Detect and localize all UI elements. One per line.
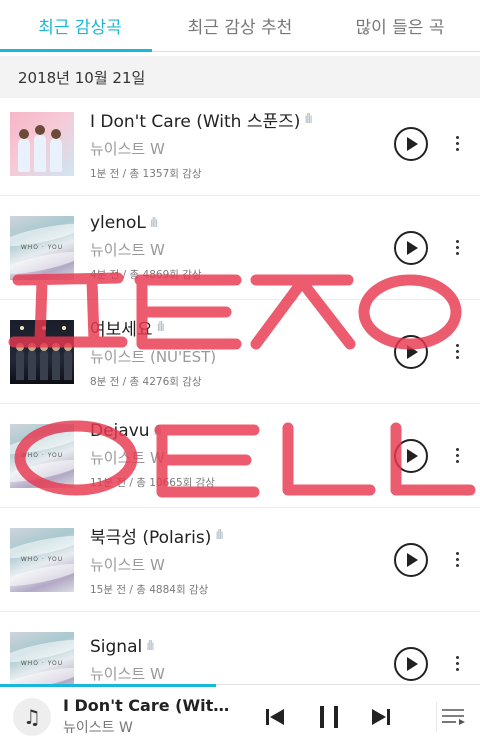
song-info: Signal ıllı 뉴이스트 W: [90, 637, 394, 691]
song-meta: 15분 전 / 총 4884회 감상: [90, 583, 209, 596]
play-icon: [407, 656, 418, 671]
more-vert-icon[interactable]: [454, 552, 460, 567]
hd-quality-icon: ıllı: [156, 319, 166, 335]
hd-quality-icon: ıllı: [153, 423, 163, 439]
tab-bar: 최근 감상곡 최근 감상 추천 많이 들은 곡: [0, 0, 480, 52]
play-button[interactable]: [394, 438, 428, 473]
song-title: ylenoL: [90, 213, 146, 233]
tab-most-listened[interactable]: 많이 들은 곡: [320, 0, 480, 51]
hd-quality-icon: ıllı: [149, 215, 159, 231]
play-icon: [407, 240, 418, 255]
play-button[interactable]: [394, 334, 428, 369]
hd-quality-icon: ıllı: [304, 111, 313, 127]
song-artist: 뉴이스트 W: [90, 449, 165, 467]
now-playing-info[interactable]: I Don't Care (With... 뉴이스트 W: [63, 696, 233, 737]
song-info: I Don't Care (With 스푼즈) ıllı 뉴이스트 W 1분 전…: [90, 107, 394, 181]
now-playing-title: I Don't Care (With...: [63, 696, 233, 715]
song-row[interactable]: WHO · YOU 북극성 (Polaris) ıllı 뉴이스트 W 15분 …: [0, 508, 480, 612]
album-cover[interactable]: [10, 319, 74, 384]
album-cover[interactable]: WHO · YOU: [10, 527, 74, 592]
more-vert-icon[interactable]: [454, 344, 460, 359]
more-vert-icon[interactable]: [454, 136, 460, 151]
play-icon: [407, 448, 418, 463]
queue-icon[interactable]: [436, 701, 468, 732]
playback-progress-bar[interactable]: [0, 684, 216, 687]
play-button[interactable]: [394, 230, 428, 265]
song-meta: 8분 전 / 총 4276회 감상: [90, 375, 202, 388]
song-title: 북극성 (Polaris): [90, 527, 212, 548]
song-title: Signal: [90, 636, 143, 657]
album-cover[interactable]: WHO · YOU: [10, 215, 74, 280]
play-icon: [407, 136, 418, 151]
song-meta: 11분 전 / 총 10665회 감상: [90, 477, 215, 489]
song-title: Dejavu: [90, 421, 150, 441]
song-info: 여보세요 ıllı 뉴이스트 (NU'EST) 8분 전 / 총 4276회 감…: [90, 315, 394, 389]
more-vert-icon[interactable]: [454, 656, 460, 671]
song-meta: 1분 전 / 총 1357회 감상: [90, 167, 202, 180]
skip-next-icon[interactable]: [368, 704, 394, 730]
tab-recent-listened[interactable]: 최근 감상곡: [0, 0, 160, 51]
more-vert-icon[interactable]: [454, 240, 460, 255]
play-icon: [407, 552, 418, 567]
song-artist: 뉴이스트 W: [90, 664, 165, 683]
song-artist: 뉴이스트 W: [90, 241, 165, 259]
song-info: ylenoL ıllı 뉴이스트 W 4분 전 / 총 4869회 감상: [90, 213, 394, 282]
hd-quality-icon: ıllı: [146, 639, 155, 654]
song-artist: 뉴이스트 W: [90, 139, 165, 158]
song-row[interactable]: WHO · YOU ylenoL ıllı 뉴이스트 W 4분 전 / 총 48…: [0, 196, 480, 300]
active-tab-indicator: [0, 49, 152, 52]
song-list: I Don't Care (With 스푼즈) ıllı 뉴이스트 W 1분 전…: [0, 92, 480, 716]
song-row[interactable]: 여보세요 ıllı 뉴이스트 (NU'EST) 8분 전 / 총 4276회 감…: [0, 300, 480, 404]
now-playing-artist: 뉴이스트 W: [63, 720, 133, 736]
song-artist: 뉴이스트 (NU'EST): [90, 347, 217, 366]
song-info: Dejavu ıllı 뉴이스트 W 11분 전 / 총 10665회 감상: [90, 421, 394, 490]
song-title: 여보세요: [90, 319, 153, 340]
play-icon: [407, 344, 418, 359]
skip-previous-icon[interactable]: [262, 704, 288, 730]
song-meta: 4분 전 / 총 4869회 감상: [90, 269, 202, 281]
song-info: 북극성 (Polaris) ıllı 뉴이스트 W 15분 전 / 총 4884…: [90, 523, 394, 597]
play-button[interactable]: [394, 542, 428, 577]
tab-recent-recommend[interactable]: 최근 감상 추천: [160, 0, 320, 51]
pause-icon[interactable]: [314, 702, 344, 732]
album-cover[interactable]: [10, 111, 74, 176]
song-title: I Don't Care (With 스푼즈): [90, 111, 301, 132]
song-row[interactable]: I Don't Care (With 스푼즈) ıllı 뉴이스트 W 1분 전…: [0, 92, 480, 196]
song-row[interactable]: WHO · YOU Dejavu ıllı 뉴이스트 W 11분 전 / 총 1…: [0, 404, 480, 508]
more-vert-icon[interactable]: [454, 448, 460, 463]
album-cover[interactable]: WHO · YOU: [10, 423, 74, 488]
hd-quality-icon: ıllı: [215, 527, 224, 543]
song-artist: 뉴이스트 W: [90, 555, 165, 574]
mini-player[interactable]: ♫ I Don't Care (With... 뉴이스트 W: [0, 684, 480, 748]
music-note-icon[interactable]: ♫: [13, 697, 51, 736]
play-button[interactable]: [394, 646, 428, 681]
play-button[interactable]: [394, 126, 428, 161]
